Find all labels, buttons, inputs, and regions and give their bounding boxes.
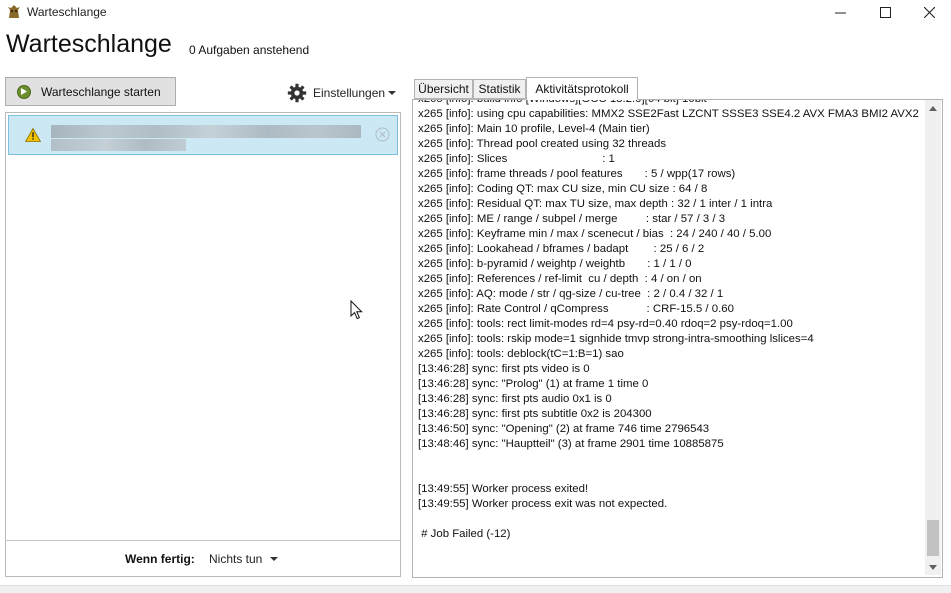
pending-count: 0 Aufgaben anstehend [189, 43, 310, 57]
log-line: x265 [info]: frame threads / pool featur… [418, 168, 736, 180]
tab-overview[interactable]: Übersicht [414, 79, 473, 99]
minimize-button[interactable] [817, 0, 863, 24]
minimize-icon [834, 12, 846, 13]
log-line: x265 [info]: Slices : 1 [418, 153, 615, 165]
log-line: [13:48:46] sync: "Hauptteil" (3) at fram… [418, 438, 724, 450]
warning-icon [25, 128, 41, 142]
log-line: [13:46:28] sync: "Prolog" (1) at frame 1… [418, 378, 649, 390]
gear-icon [287, 83, 307, 103]
start-queue-button[interactable]: Warteschlange starten [5, 77, 176, 106]
scroll-up-button[interactable] [925, 100, 941, 116]
log-line: x265 [info]: Rate Control / qCompress : … [418, 303, 734, 315]
remove-job-icon[interactable] [375, 127, 390, 142]
redacted-job-title [51, 125, 361, 138]
log-line: x265 [info]: tools: deblock(tC=1:B=1) sa… [418, 348, 624, 360]
log-line: [13:46:50] sync: "Opening" (2) at frame … [418, 423, 710, 435]
chevron-down-icon [388, 91, 397, 95]
window-title: Warteschlange [27, 5, 107, 19]
log-line: [13:46:28] sync: first pts audio 0x1 is … [418, 393, 612, 405]
log-line: x265 [info]: Coding QT: max CU size, min… [418, 183, 708, 195]
chevron-down-icon [270, 557, 279, 561]
settings-dropdown[interactable]: Einstellungen [287, 82, 397, 104]
when-done-dropdown[interactable]: Nichts tun [209, 552, 279, 566]
log-line: x265 [info]: using cpu capabilities: MMX… [418, 108, 919, 120]
tab-activity-log[interactable]: Aktivitätsprotokoll [526, 77, 638, 100]
log-line: x265 [info]: ME / range / subpel / merge… [418, 213, 726, 225]
log-line: x265 [info]: Main 10 profile, Level-4 (M… [418, 123, 650, 135]
app-icon [8, 5, 20, 18]
chevron-down-icon [929, 564, 937, 570]
queue-footer: Wenn fertig: Nichts tun [6, 540, 400, 576]
window-bottom-edge [0, 585, 951, 593]
queue-list[interactable]: Wenn fertig: Nichts tun [5, 112, 401, 577]
maximize-button[interactable] [862, 0, 908, 24]
log-line: x265 [info]: build info [Windows][GCC 13… [418, 100, 919, 107]
when-done-value: Nichts tun [209, 552, 263, 566]
log-line: x265 [info]: References / ref-limit cu /… [418, 273, 702, 285]
log-line: x265 [info]: b-pyramid / weightp / weigh… [418, 258, 692, 270]
log-line: x265 [info]: Thread pool created using 3… [418, 138, 667, 150]
log-line: x265 [info]: tools: rect limit-modes rd=… [418, 318, 793, 330]
close-icon [923, 6, 935, 18]
log-line: x265 [info]: Lookahead / bframes / badap… [418, 243, 705, 255]
scroll-down-button[interactable] [925, 559, 941, 575]
log-scrollbar[interactable] [925, 100, 941, 575]
log-line: x265 [info]: AQ: mode / str / qg-size / … [418, 288, 724, 300]
activity-log-panel: x265 [info]: build info [Windows][GCC 13… [412, 99, 943, 578]
log-line: x265 [info]: Keyframe min / max / scenec… [418, 228, 772, 240]
start-queue-label: Warteschlange starten [41, 84, 161, 99]
log-line: [13:46:28] sync: first pts subtitle 0x2 … [418, 408, 652, 420]
log-line: [13:46:28] sync: first pts video is 0 [418, 363, 590, 375]
play-icon [17, 84, 31, 99]
tab-statistics[interactable]: Statistik [473, 79, 526, 99]
activity-log-text[interactable]: x265 [info]: build info [Windows][GCC 13… [415, 100, 926, 575]
log-line: # Job Failed (-12) [418, 528, 511, 540]
log-line: x265 [info]: Residual QT: max TU size, m… [418, 198, 773, 210]
queue-job-item[interactable] [8, 115, 398, 155]
scroll-thumb[interactable] [927, 520, 939, 556]
settings-label: Einstellungen [313, 86, 386, 100]
log-line: x265 [info]: tools: rskip mode=1 signhid… [418, 333, 814, 345]
when-done-label: Wenn fertig: [125, 552, 195, 566]
close-button[interactable] [906, 0, 951, 24]
log-line: [13:49:55] Worker process exit was not e… [418, 498, 668, 510]
mouse-cursor-icon [350, 300, 363, 320]
redacted-job-path [51, 139, 186, 151]
maximize-icon [879, 6, 891, 18]
log-line: [13:49:55] Worker process exited! [418, 483, 589, 495]
log-lines: x265 [info]: build info [Windows][GCC 13… [418, 100, 919, 542]
title-bar: Warteschlange [0, 0, 951, 24]
page-title: Warteschlange [6, 30, 172, 58]
chevron-up-icon [929, 105, 937, 111]
